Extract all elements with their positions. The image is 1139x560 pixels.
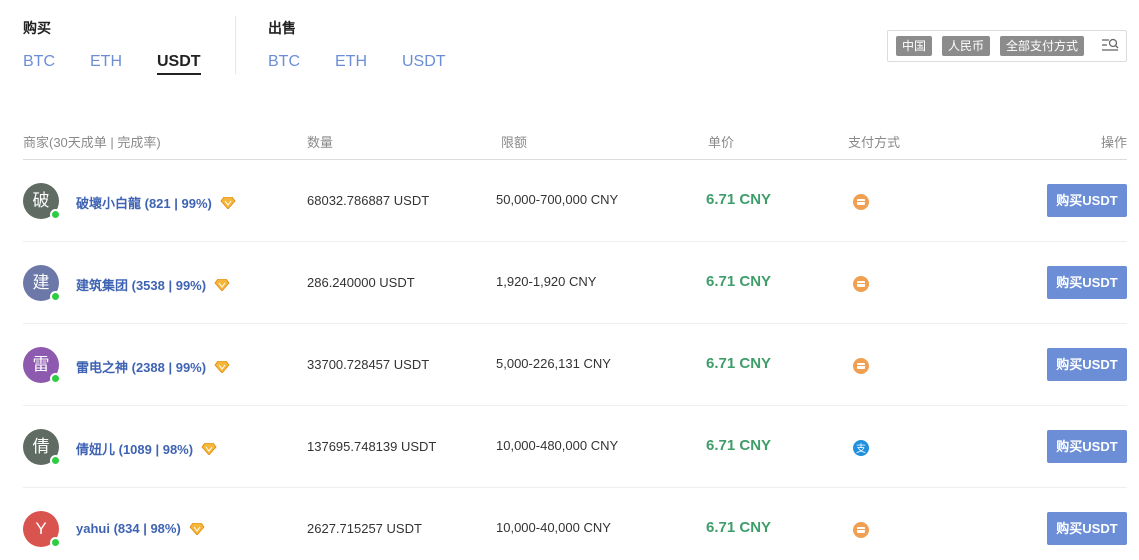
- merchant-name: 破壞小白龍 (821 | 99%): [76, 196, 212, 211]
- header-quantity: 数量: [307, 135, 334, 150]
- table-row: 破 破壞小白龍 (821 | 99%) 68032.786887 USDT 50…: [23, 160, 1127, 242]
- avatar-initial: 破: [32, 191, 50, 210]
- tab-divider: [235, 16, 236, 74]
- buy-usdt-button[interactable]: 购买USDT: [1047, 266, 1127, 299]
- table-header: 商家(30天成单 | 完成率) 数量 限额 单价 支付方式 操作: [23, 120, 1127, 160]
- avatar-initial: 雷: [32, 355, 50, 374]
- alipay-icon: 支: [853, 440, 869, 456]
- price: 6.71 CNY: [706, 437, 772, 454]
- limit: 50,000-700,000 CNY: [496, 192, 619, 207]
- header-merchant: 商家(30天成单 | 完成率): [23, 135, 161, 150]
- diamond-badge-icon: [220, 196, 236, 209]
- filter-search-icon[interactable]: [1101, 37, 1119, 55]
- table-row: 倩 倩妞儿 (1089 | 98%) 137695.748139 USDT 10…: [23, 406, 1127, 488]
- price: 6.71 CNY: [706, 273, 772, 290]
- buy-tab-eth[interactable]: ETH: [90, 52, 122, 72]
- payment-filter-chip[interactable]: 全部支付方式: [1000, 36, 1085, 56]
- sell-tab-usdt[interactable]: USDT: [402, 52, 446, 72]
- limit: 10,000-40,000 CNY: [496, 520, 611, 535]
- merchant-link[interactable]: 建筑集团 (3538 | 99%): [76, 275, 230, 294]
- buy-title: 购买: [23, 20, 51, 36]
- avatar: 雷: [23, 347, 61, 384]
- avatar-initial: 倩: [32, 437, 50, 456]
- avatar: 倩: [23, 429, 61, 466]
- limit: 10,000-480,000 CNY: [496, 438, 619, 453]
- quantity: 33700.728457 USDT: [307, 357, 430, 372]
- avatar: 破: [23, 183, 61, 220]
- sell-title: 出售: [268, 20, 296, 36]
- buy-usdt-button[interactable]: 购买USDT: [1047, 184, 1127, 217]
- svg-text:支: 支: [856, 443, 866, 455]
- buy-usdt-button[interactable]: 购买USDT: [1047, 348, 1127, 381]
- diamond-badge-icon: [214, 360, 230, 373]
- sell-tab-eth[interactable]: ETH: [335, 52, 367, 72]
- merchant-name: 倩妞儿 (1089 | 98%): [76, 442, 194, 457]
- merchant-name: 雷电之神 (2388 | 99%): [76, 360, 207, 375]
- header-limit: 限额: [501, 135, 528, 150]
- online-status-dot: [50, 455, 61, 466]
- sell-tab-group: 出售 BTC ETH USDT: [268, 20, 481, 72]
- online-status-dot: [50, 373, 61, 384]
- merchant-name: 建筑集团 (3538 | 99%): [76, 278, 207, 293]
- table-row: Y yahui (834 | 98%) 2627.715257 USDT 10,…: [23, 488, 1127, 560]
- buy-usdt-button[interactable]: 购买USDT: [1047, 430, 1127, 463]
- limit: 1,920-1,920 CNY: [496, 274, 597, 289]
- quantity: 286.240000 USDT: [307, 275, 415, 290]
- bank-card-icon: [853, 276, 869, 292]
- table-row: 建 建筑集团 (3538 | 99%) 286.240000 USDT 1,92…: [23, 242, 1127, 324]
- limit: 5,000-226,131 CNY: [496, 356, 611, 371]
- online-status-dot: [50, 537, 61, 548]
- sell-tab-btc[interactable]: BTC: [268, 52, 300, 72]
- merchant-link[interactable]: 破壞小白龍 (821 | 99%): [76, 193, 236, 212]
- price: 6.71 CNY: [706, 191, 772, 208]
- merchant-name: yahui (834 | 98%): [76, 521, 181, 536]
- diamond-badge-icon: [214, 278, 230, 291]
- merchant-link[interactable]: 雷电之神 (2388 | 99%): [76, 357, 230, 376]
- header-payment: 支付方式: [848, 135, 901, 150]
- header-action: 操作: [1100, 135, 1127, 150]
- buy-tab-btc[interactable]: BTC: [23, 52, 55, 72]
- merchant-link[interactable]: 倩妞儿 (1089 | 98%): [76, 439, 217, 458]
- avatar: 建: [23, 265, 61, 302]
- country-filter-chip[interactable]: 中国: [896, 36, 933, 56]
- quantity: 2627.715257 USDT: [307, 521, 422, 536]
- currency-filter-chip[interactable]: 人民币: [942, 36, 991, 56]
- bank-card-icon: [853, 194, 869, 210]
- table-row: 雷 雷电之神 (2388 | 99%) 33700.728457 USDT 5,…: [23, 324, 1127, 406]
- filter-box[interactable]: 中国 人民币 全部支付方式: [887, 30, 1127, 62]
- buy-tab-group: 购买 BTC ETH USDT: [23, 20, 236, 75]
- buy-tab-usdt[interactable]: USDT: [157, 52, 201, 75]
- sell-tabs: BTC ETH USDT: [268, 52, 481, 72]
- buy-tabs: BTC ETH USDT: [23, 52, 236, 75]
- price: 6.71 CNY: [706, 355, 772, 372]
- bank-card-icon: [853, 522, 869, 538]
- header-price: 单价: [708, 135, 735, 150]
- buy-usdt-button[interactable]: 购买USDT: [1047, 512, 1127, 545]
- avatar-initial: Y: [35, 519, 47, 538]
- online-status-dot: [50, 291, 61, 302]
- quantity: 137695.748139 USDT: [307, 439, 437, 454]
- price: 6.71 CNY: [706, 519, 772, 536]
- avatar: Y: [23, 511, 61, 548]
- diamond-badge-icon: [201, 442, 217, 455]
- merchant-link[interactable]: yahui (834 | 98%): [76, 521, 205, 536]
- avatar-initial: 建: [32, 273, 50, 292]
- bank-card-icon: [853, 358, 869, 374]
- diamond-badge-icon: [189, 522, 205, 535]
- online-status-dot: [50, 209, 61, 220]
- quantity: 68032.786887 USDT: [307, 193, 430, 208]
